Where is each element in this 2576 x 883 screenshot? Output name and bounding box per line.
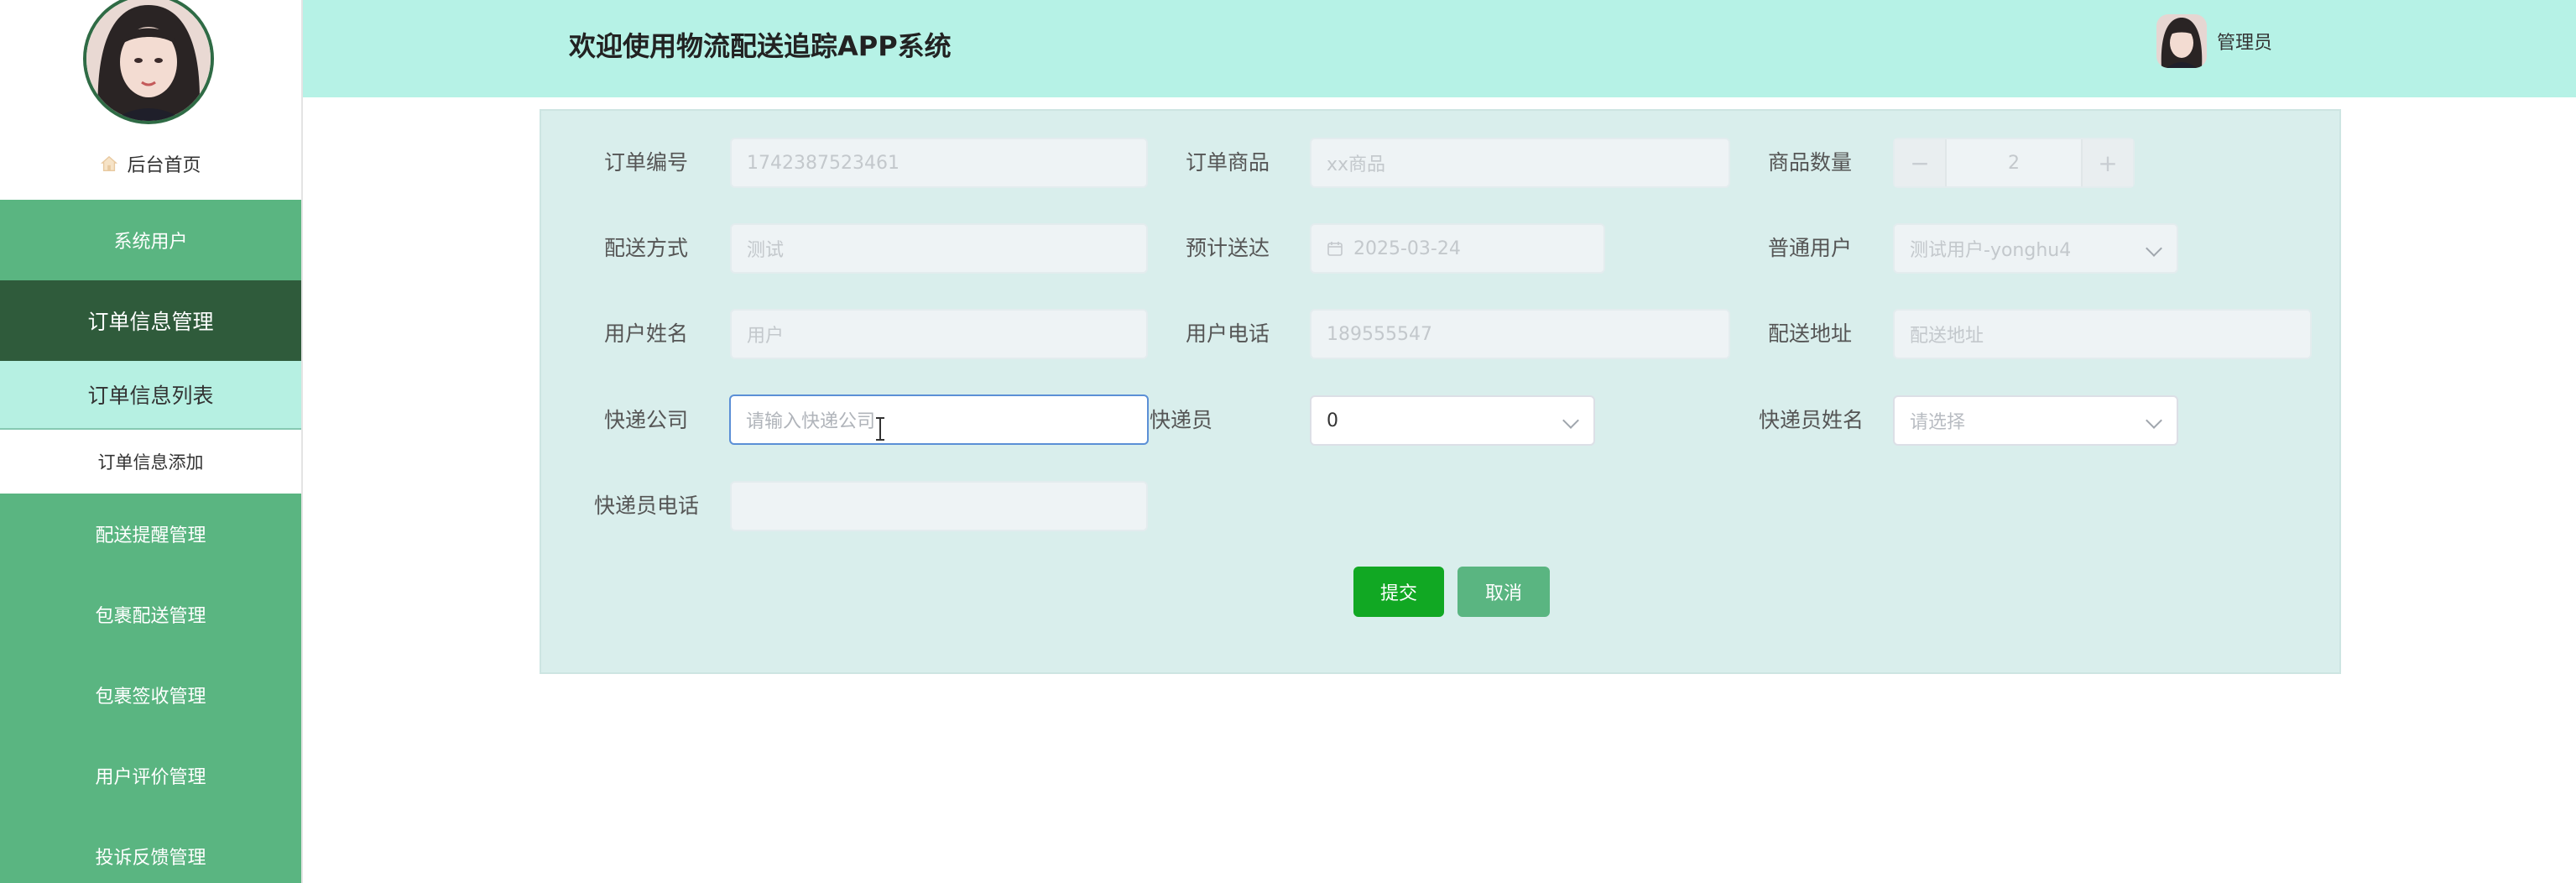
delivery-address-input[interactable]: 配送地址: [1893, 309, 2312, 359]
chevron-down-icon: [2146, 412, 2162, 429]
normal-user-value: 测试用户-yonghu4: [1910, 240, 2072, 261]
delivery-method-value: 测试: [747, 240, 785, 261]
order-goods-placeholder: xx商品: [1327, 154, 1386, 175]
courier-name-placeholder: 请选择: [1910, 412, 1966, 433]
increment-button[interactable]: +: [2081, 139, 2133, 186]
normal-user-select[interactable]: 测试用户-yonghu4: [1893, 223, 2178, 274]
courier-phone-label: 快递员电话: [593, 494, 699, 518]
text-cursor-icon: [876, 417, 884, 441]
chevron-down-icon: [1562, 412, 1579, 429]
user-name-value: 用户: [747, 326, 785, 347]
normal-user-label: 普通用户: [1767, 236, 1852, 260]
delivery-method-label: 配送方式: [603, 236, 688, 260]
sidebar-item-label: 系统用户: [113, 232, 188, 253]
sidebar-item-package-signoff[interactable]: 包裹签收管理: [0, 655, 301, 735]
delivery-method-input[interactable]: 测试: [730, 223, 1148, 274]
sidebar-item-system-users[interactable]: 系统用户: [0, 200, 301, 280]
courier-label: 快递员: [1149, 408, 1212, 432]
sidebar-item-home[interactable]: 后台首页: [0, 143, 301, 185]
courier-value: 0: [1327, 410, 1338, 431]
sidebar-item-complaints[interactable]: 投诉反馈管理: [0, 816, 301, 883]
goods-qty-stepper[interactable]: − 2 +: [1893, 138, 2135, 188]
order-goods-input[interactable]: xx商品: [1310, 138, 1730, 188]
chevron-down-icon: [2146, 240, 2162, 257]
page-title: 欢迎使用物流配送追踪APP系统: [569, 30, 952, 62]
goods-qty-value: 2: [2008, 152, 2020, 174]
sidebar: 后台首页 系统用户 订单信息管理 订单信息列表 订单信息添加 配送提醒管理 包裹…: [0, 0, 303, 883]
sidebar-item-label: 包裹签收管理: [95, 687, 206, 708]
sidebar-item-label: 包裹配送管理: [95, 606, 206, 627]
sidebar-item-label: 后台首页: [127, 155, 201, 176]
calendar-icon: [1327, 242, 1343, 256]
delivery-address-label: 配送地址: [1767, 321, 1852, 346]
user-name-label: 用户姓名: [603, 321, 688, 346]
sidebar-item-user-reviews[interactable]: 用户评价管理: [0, 735, 301, 816]
user-phone-value: 189555547: [1327, 323, 1432, 345]
user-menu[interactable]: 管理员: [2156, 14, 2272, 68]
goods-qty-label: 商品数量: [1767, 150, 1852, 175]
sidebar-item-order-list[interactable]: 订单信息列表: [0, 361, 301, 430]
user-name: 管理员: [2217, 33, 2273, 54]
user-name-input[interactable]: 用户: [730, 309, 1148, 359]
sidebar-item-label: 用户评价管理: [95, 767, 206, 788]
sidebar-item-order-management[interactable]: 订单信息管理: [0, 280, 301, 361]
courier-phone-input[interactable]: [730, 481, 1148, 531]
user-phone-input[interactable]: 189555547: [1310, 309, 1730, 359]
avatar: [83, 0, 214, 124]
order-no-value: 1742387523461: [747, 152, 900, 174]
sidebar-item-label: 配送提醒管理: [95, 525, 206, 546]
top-header: 欢迎使用物流配送追踪APP系统 管理员: [303, 0, 2576, 97]
order-goods-label: 订单商品: [1185, 150, 1270, 175]
sidebar-item-label: 投诉反馈管理: [95, 848, 206, 869]
sidebar-item-delivery-reminder[interactable]: 配送提醒管理: [0, 494, 301, 574]
express-company-placeholder: 请输入快递公司: [746, 411, 876, 432]
sidebar-item-label: 订单信息列表: [87, 384, 214, 408]
express-company-label: 快递公司: [603, 408, 688, 432]
courier-select[interactable]: 0: [1310, 395, 1595, 446]
decrement-button[interactable]: −: [1895, 139, 1947, 186]
sidebar-item-order-add[interactable]: 订单信息添加: [0, 430, 301, 494]
expected-date-label: 预计送达: [1185, 236, 1270, 260]
avatar: [2156, 14, 2207, 68]
order-no-field: 1742387523461: [730, 138, 1148, 188]
submit-button[interactable]: 提交: [1353, 567, 1444, 617]
cancel-button[interactable]: 取消: [1457, 567, 1550, 617]
courier-name-select[interactable]: 请选择: [1893, 395, 2178, 446]
sidebar-item-label: 订单信息管理: [87, 310, 214, 334]
expected-date-picker[interactable]: 2025-03-24: [1310, 223, 1605, 274]
sidebar-item-label: 订单信息添加: [97, 452, 204, 473]
courier-name-label: 快递员姓名: [1758, 408, 1864, 432]
home-icon: [101, 155, 118, 171]
delivery-address-placeholder: 配送地址: [1910, 326, 1984, 347]
order-no-label: 订单编号: [603, 150, 688, 175]
sidebar-item-package-delivery[interactable]: 包裹配送管理: [0, 574, 301, 655]
expected-date-value: 2025-03-24: [1353, 238, 1461, 259]
user-phone-label: 用户电话: [1185, 321, 1270, 346]
